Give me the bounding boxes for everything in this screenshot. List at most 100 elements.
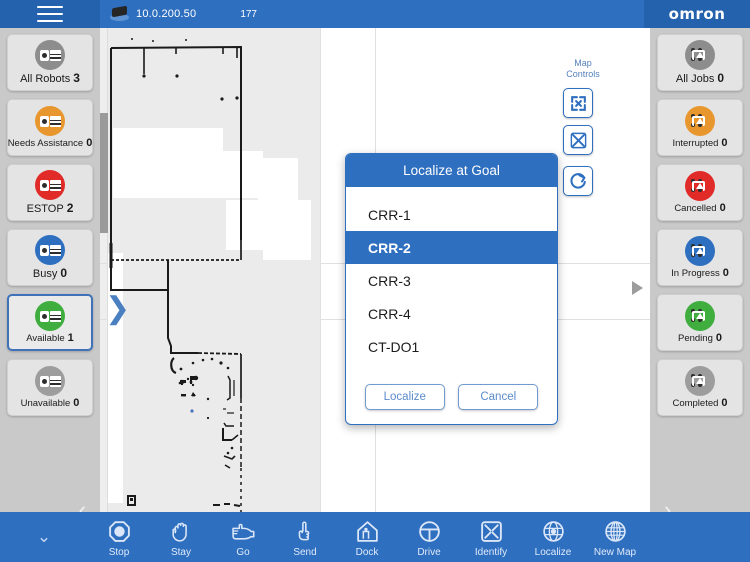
jobs-item-cancelled[interactable]: Cancelled 0 <box>657 164 743 221</box>
map-zoom-out-button[interactable] <box>563 88 593 118</box>
sidebar-item-label: All Robots 3 <box>20 71 80 85</box>
map-controls-label-line1: Map <box>574 58 592 68</box>
toolbar-button-stay[interactable]: Stay <box>150 516 212 558</box>
status-badge <box>685 236 715 266</box>
goal-list-item[interactable]: CRR-1 <box>346 198 557 231</box>
pointing-hand-icon <box>231 519 256 544</box>
map-panel-expand-chevron[interactable]: ❯ <box>105 291 130 326</box>
sidebar-item-label: Needs Assistance 0 <box>8 137 93 149</box>
toolbar-button-label: Localize <box>534 547 572 558</box>
toolbar-button-label: Drive <box>417 547 441 558</box>
toolbar-button-identify[interactable]: Identify <box>460 516 522 558</box>
sidebar-item-all-robots[interactable]: All Robots 3 <box>7 34 93 91</box>
map-controls-label: Map Controls <box>555 58 611 80</box>
toolbar-button-label: Stay <box>170 547 191 558</box>
map-controls-label-line2: Controls <box>566 69 600 79</box>
map-walls-svg <box>108 28 320 512</box>
jobs-item-all-jobs[interactable]: All Jobs 0 <box>657 34 743 91</box>
sidebar-item-count: 0 <box>721 397 728 409</box>
sidebar-item-text: Pending <box>678 333 713 344</box>
sidebar-item-count: 1 <box>67 332 74 344</box>
sidebar-item-count: 0 <box>719 202 726 214</box>
left-sidebar: All Robots 3 Needs Assistance 0 ESTOP 2 Busy 0 A… <box>0 28 100 512</box>
jobs-item-interrupted[interactable]: Interrupted 0 <box>657 99 743 156</box>
sidebar-item-text: Unavailable <box>20 398 71 409</box>
dialog-title: Localize at Goal <box>346 154 557 187</box>
header-ip-address: 10.0.200.50 <box>136 8 197 20</box>
robot-icon <box>110 5 130 23</box>
octagon-stop-icon <box>107 519 132 544</box>
toolbar-button-label: Identify <box>474 547 508 558</box>
cancel-button[interactable]: Cancel <box>458 384 539 410</box>
status-badge <box>685 366 715 396</box>
goal-list-item[interactable]: CRR-4 <box>346 297 557 330</box>
map-floorplan <box>108 28 320 512</box>
sidebar-item-estop[interactable]: ESTOP 2 <box>7 164 93 221</box>
grid-line-vertical <box>320 28 321 512</box>
bottom-toolbar-collapse-button[interactable]: ⌄ <box>0 527 88 547</box>
goal-list-item[interactable]: CRR-2 <box>346 231 557 264</box>
chevron-down-icon: ⌄ <box>36 527 52 546</box>
status-badge <box>35 170 65 200</box>
sidebar-item-label: ESTOP 2 <box>27 201 74 215</box>
map-scrollbar-thumb[interactable] <box>100 113 108 233</box>
menu-button[interactable] <box>0 0 100 28</box>
sidebar-item-busy[interactable]: Busy 0 <box>7 229 93 286</box>
status-badge <box>35 40 65 70</box>
map-zoom-in-button[interactable] <box>563 125 593 155</box>
hamburger-icon <box>37 6 63 22</box>
sidebar-item-count: 0 <box>60 266 68 280</box>
robot-icon <box>39 179 61 191</box>
sidebar-item-count: 2 <box>66 201 74 215</box>
status-badge <box>35 106 65 136</box>
toolbar-button-localize[interactable]: Localize <box>522 516 584 558</box>
status-badge <box>35 301 65 331</box>
robot-icon <box>39 244 61 256</box>
toolbar-button-send[interactable]: Send <box>274 516 336 558</box>
sidebar-item-needs-assistance[interactable]: Needs Assistance 0 <box>7 99 93 156</box>
sidebar-item-label: In Progress 0 <box>671 267 729 279</box>
sidebar-item-text: In Progress <box>671 268 720 279</box>
sidebar-item-available[interactable]: Available 1 <box>7 294 93 351</box>
sidebar-item-count: 0 <box>73 397 80 409</box>
toolbar-button-new-map[interactable]: New Map <box>584 516 646 558</box>
job-icon <box>690 178 710 194</box>
jobs-item-pending[interactable]: Pending 0 <box>657 294 743 351</box>
header-number: 177 <box>240 8 257 20</box>
sidebar-item-count: 0 <box>722 267 729 279</box>
toolbar-button-label: Stop <box>108 547 130 558</box>
status-badge <box>685 40 715 70</box>
toolbar-button-drive[interactable]: Drive <box>398 516 460 558</box>
globe-icon <box>603 519 628 544</box>
toolbar-button-dock[interactable]: Dock <box>336 516 398 558</box>
sidebar-item-text: Completed <box>672 398 719 409</box>
job-icon <box>690 243 710 259</box>
toolbar-button-label: Dock <box>355 547 379 558</box>
jobs-item-completed[interactable]: Completed 0 <box>657 359 743 416</box>
sidebar-item-label: Completed 0 <box>672 397 727 409</box>
goal-list-item[interactable]: CT-DO1 <box>346 330 557 363</box>
map-pan-right-arrow[interactable] <box>632 281 643 295</box>
robot-icon <box>39 49 61 61</box>
globe-target-icon <box>541 519 566 544</box>
sidebar-item-text: Busy <box>32 268 58 280</box>
status-badge <box>35 235 65 265</box>
robot-icon <box>39 375 61 387</box>
map-vertical-scrollbar[interactable] <box>100 28 108 512</box>
top-header: 10.0.200.50 177 omron <box>0 0 750 28</box>
toolbar-button-go[interactable]: Go <box>212 516 274 558</box>
home-dock-icon <box>355 519 380 544</box>
pointing-up-hand-icon <box>293 519 318 544</box>
sidebar-item-unavailable[interactable]: Unavailable 0 <box>7 359 93 416</box>
map-refresh-button[interactable] <box>563 166 593 196</box>
sidebar-item-text: All Robots <box>20 73 71 85</box>
jobs-item-in-progress[interactable]: In Progress 0 <box>657 229 743 286</box>
localize-at-goal-dialog: Localize at Goal CRR-1 CRR-2 CRR-3 CRR-4 CT-… <box>345 153 558 425</box>
right-sidebar: All Jobs 0 Interrupted 0 Cancelled 0 In Progre… <box>650 28 750 512</box>
toolbar-button-stop[interactable]: Stop <box>88 516 150 558</box>
localize-button[interactable]: Localize <box>364 384 445 410</box>
status-badge <box>35 366 65 396</box>
goal-list-item[interactable]: CRR-3 <box>346 264 557 297</box>
dialog-actions: Localize Cancel <box>346 384 557 410</box>
job-icon <box>690 373 710 389</box>
